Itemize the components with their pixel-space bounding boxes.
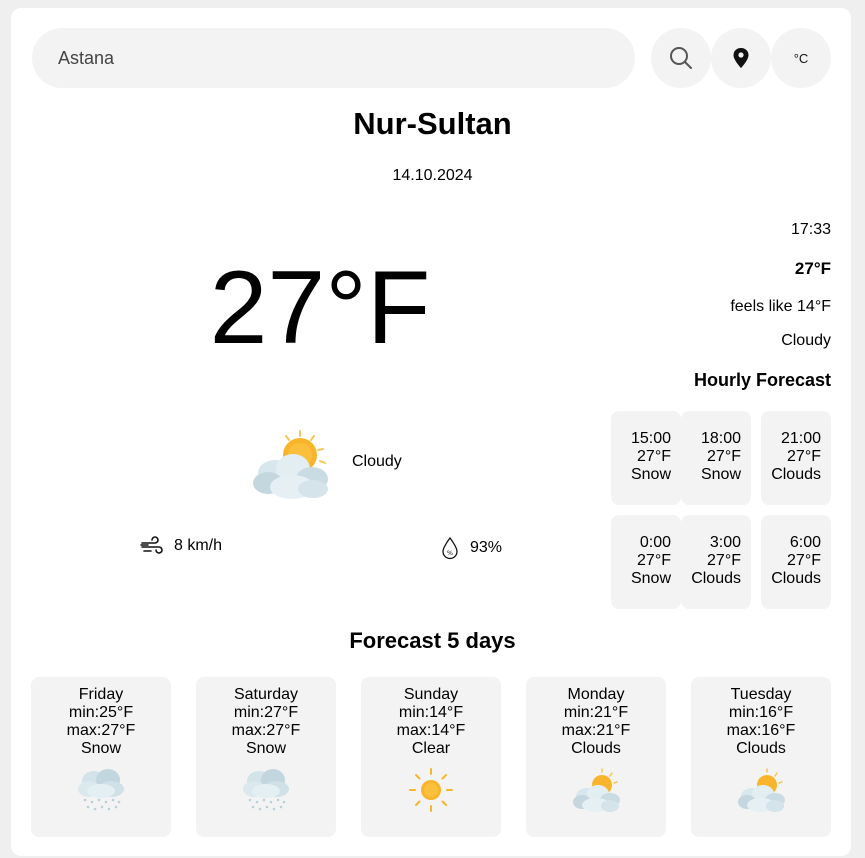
forecast-min: min:16°F: [728, 704, 794, 721]
location-button[interactable]: [711, 28, 771, 88]
hourly-temp: 27°F: [707, 552, 741, 569]
partly-cloudy-icon: [573, 768, 620, 812]
current-temperature: 27°F: [209, 250, 431, 366]
forecast-max: max:14°F: [396, 722, 466, 739]
svg-text:%: %: [447, 549, 453, 557]
hourly-time: 0:00: [639, 534, 671, 551]
forecast-max: max:21°F: [561, 722, 631, 739]
snow-icon: [243, 769, 289, 811]
forecast-day: Friday: [78, 686, 124, 703]
forecast-day-card: Tuesday min:16°F max:16°F Clouds: [691, 677, 831, 837]
forecast-day-card: Sunday min:14°F max:14°F Clear: [361, 677, 501, 837]
map-pin-icon: [733, 48, 749, 68]
forecast-condition: Clouds: [571, 740, 621, 757]
search-bar[interactable]: [32, 28, 635, 88]
hourly-card: 18:00 27°F Snow: [681, 411, 751, 505]
hourly-card: 21:00 27°F Clouds: [761, 411, 831, 505]
humidity-stat: % 93%: [440, 536, 502, 560]
unit-toggle-button[interactable]: °C: [771, 28, 831, 88]
humidity-value: 93%: [470, 539, 503, 556]
forecast-day-card: Monday min:21°F max:21°F Clouds: [526, 677, 666, 837]
hourly-temp: 27°F: [707, 448, 741, 465]
forecast-condition: Clear: [411, 740, 451, 757]
search-button[interactable]: [651, 28, 711, 88]
current-time: 17:33: [790, 221, 831, 238]
humidity-icon: %: [442, 536, 458, 560]
hourly-card: 0:00 27°F Snow: [611, 515, 681, 609]
forecast-condition: Clouds: [736, 740, 786, 757]
forecast-max: max:16°F: [726, 722, 796, 739]
snow-icon: [78, 769, 124, 811]
unit-label: °C: [793, 50, 809, 66]
city-name: Nur-Sultan: [353, 106, 512, 141]
hourly-time: 15:00: [630, 430, 671, 447]
wind-speed: 8 km/h: [174, 537, 223, 554]
hourly-condition: Clouds: [771, 570, 821, 587]
hourly-time: 6:00: [789, 534, 821, 551]
partly-cloudy-icon: [253, 430, 328, 499]
forecast-condition: Snow: [80, 740, 122, 757]
forecast-day-card: Saturday min:27°F max:27°F Snow: [196, 677, 336, 837]
partly-cloudy-icon: [738, 768, 785, 812]
hourly-condition: Clouds: [691, 570, 741, 587]
current-temp-small: 27°F: [794, 259, 831, 278]
current-condition: Cloudy: [352, 453, 402, 470]
feels-like: feels like 14°F: [730, 298, 831, 315]
hourly-card: 15:00 27°F Snow: [611, 411, 681, 505]
search-icon: [670, 47, 692, 69]
hourly-forecast-title: Hourly Forecast: [693, 370, 831, 390]
forecast-max: max:27°F: [66, 722, 136, 739]
search-input[interactable]: [56, 46, 611, 70]
forecast-min: min:21°F: [563, 704, 629, 721]
forecast-day: Tuesday: [730, 686, 792, 703]
forecast-day: Sunday: [403, 686, 459, 703]
hourly-temp: 27°F: [787, 448, 821, 465]
forecast-day-card: Friday min:25°F max:27°F Snow: [31, 677, 171, 837]
hourly-condition: Snow: [700, 466, 741, 483]
forecast-min: min:14°F: [398, 704, 464, 721]
wind-icon: [140, 536, 163, 554]
hourly-time: 3:00: [709, 534, 741, 551]
hourly-temp: 27°F: [637, 448, 671, 465]
hourly-temp: 27°F: [787, 552, 821, 569]
hourly-condition: Snow: [630, 570, 671, 587]
hourly-card: 3:00 27°F Clouds: [681, 515, 751, 609]
forecast-title: Forecast 5 days: [349, 628, 516, 653]
hourly-time: 21:00: [780, 430, 821, 447]
forecast-min: min:25°F: [68, 704, 134, 721]
forecast-day: Monday: [567, 686, 625, 703]
hourly-temp: 27°F: [637, 552, 671, 569]
forecast-day: Saturday: [233, 686, 299, 703]
forecast-condition: Snow: [245, 740, 287, 757]
hourly-time: 18:00: [700, 430, 741, 447]
hourly-condition: Clouds: [771, 466, 821, 483]
current-condition-right: Cloudy: [781, 332, 831, 349]
sun-icon: [409, 768, 453, 812]
hourly-card: 6:00 27°F Clouds: [761, 515, 831, 609]
forecast-max: max:27°F: [231, 722, 301, 739]
wind-stat: 8 km/h: [140, 536, 222, 556]
hourly-condition: Snow: [630, 466, 671, 483]
forecast-min: min:27°F: [233, 704, 299, 721]
current-date: 14.10.2024: [392, 167, 473, 184]
